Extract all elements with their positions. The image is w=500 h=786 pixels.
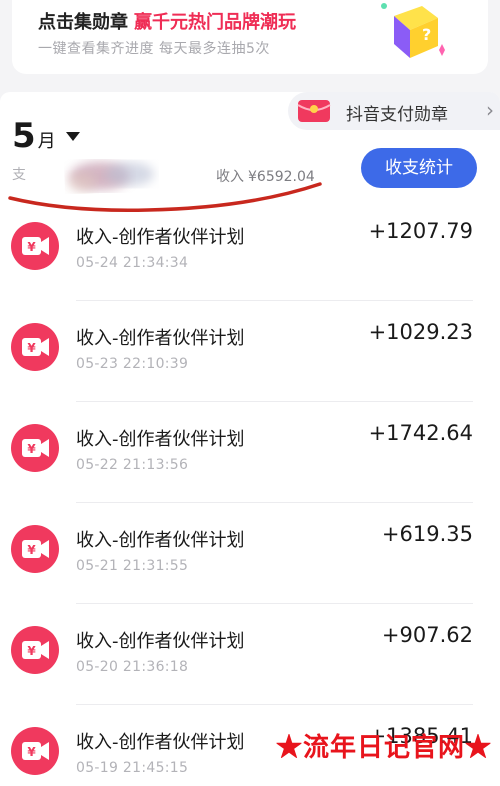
transaction-list: ¥ 收入-创作者伙伴计划 05-24 21:34:34 +1207.79 ¥ 收入-创作者… bbox=[0, 200, 500, 786]
transaction-time: 05-19 21:45:15 bbox=[76, 760, 189, 776]
transaction-title: 收入-创作者伙伴计划 bbox=[76, 328, 245, 349]
transaction-row[interactable]: ¥ 收入-创作者伙伴计划 05-23 22:10:39 +1029.23 bbox=[0, 301, 500, 402]
promo-banner[interactable]: 点击集勋章 赢千元热门品牌潮玩 一键查看集齐进度 每天最多连抽5次 ? bbox=[12, 0, 488, 74]
svg-text:?: ? bbox=[422, 25, 431, 44]
svg-text:¥: ¥ bbox=[27, 240, 36, 254]
watermark: ★流年日记官网★ bbox=[275, 733, 492, 763]
income-expense-stats-button[interactable]: 收支统计 bbox=[361, 148, 477, 188]
pay-medal-label: 抖音支付勋章 bbox=[346, 105, 448, 125]
svg-text:¥: ¥ bbox=[27, 341, 36, 355]
transaction-amount: +1742.64 bbox=[368, 421, 473, 445]
transaction-row[interactable]: ¥ 收入-创作者伙伴计划 05-20 21:36:18 +907.62 bbox=[0, 604, 500, 705]
caret-down-icon bbox=[65, 132, 80, 141]
svg-text:¥: ¥ bbox=[27, 543, 36, 557]
month-number: 5 bbox=[12, 116, 36, 156]
transaction-title: 收入-创作者伙伴计划 bbox=[76, 429, 245, 450]
chevron-right-icon: › bbox=[486, 98, 494, 122]
video-camera-yuan-icon: ¥ bbox=[11, 525, 59, 573]
red-envelope-icon bbox=[297, 100, 331, 122]
transaction-time: 05-23 22:10:39 bbox=[76, 356, 189, 372]
transaction-amount: +1029.23 bbox=[368, 320, 473, 344]
transaction-amount: +619.35 bbox=[381, 522, 473, 546]
video-camera-yuan-icon: ¥ bbox=[11, 424, 59, 472]
promo-title-text: 点击集勋章 bbox=[38, 12, 128, 33]
transaction-time: 05-24 21:34:34 bbox=[76, 255, 189, 271]
transaction-row[interactable]: ¥ 收入-创作者伙伴计划 05-22 21:13:56 +1742.64 bbox=[0, 402, 500, 503]
transaction-row[interactable]: ¥ 收入-创作者伙伴计划 05-21 21:31:55 +619.35 bbox=[0, 503, 500, 604]
transaction-time: 05-21 21:31:55 bbox=[76, 558, 189, 574]
promo-highlight: 赢千元热门品牌潮玩 bbox=[134, 12, 296, 33]
video-camera-yuan-icon: ¥ bbox=[11, 323, 59, 371]
promo-subtitle: 一键查看集齐进度 每天最多连抽5次 bbox=[38, 41, 270, 57]
transaction-title: 收入-创作者伙伴计划 bbox=[76, 631, 245, 652]
transaction-row[interactable]: ¥ 收入-创作者伙伴计划 05-24 21:34:34 +1207.79 bbox=[0, 200, 500, 301]
svg-text:¥: ¥ bbox=[27, 442, 36, 456]
transaction-time: 05-20 21:36:18 bbox=[76, 659, 189, 675]
transaction-amount: +1207.79 bbox=[368, 219, 473, 243]
promo-title: 点击集勋章 赢千元热门品牌潮玩 bbox=[38, 8, 296, 34]
gift-box-icon: ? bbox=[381, 3, 445, 58]
bill-card: 抖音支付勋章 › 5月 支 收入 ¥6592.04 收支统计 ¥ 收入-创作者伙伴计… bbox=[0, 92, 500, 786]
month-selector[interactable]: 5月 bbox=[12, 116, 80, 156]
transaction-title: 收入-创作者伙伴计划 bbox=[76, 530, 245, 551]
month-unit: 月 bbox=[37, 131, 56, 152]
svg-text:¥: ¥ bbox=[27, 644, 36, 658]
transaction-time: 05-22 21:13:56 bbox=[76, 457, 189, 473]
video-camera-yuan-icon: ¥ bbox=[11, 222, 59, 270]
pay-medal-badge[interactable]: 抖音支付勋章 › bbox=[288, 92, 500, 130]
video-camera-yuan-icon: ¥ bbox=[11, 727, 59, 775]
transaction-title: 收入-创作者伙伴计划 bbox=[76, 227, 245, 248]
transaction-amount: +907.62 bbox=[381, 623, 473, 647]
video-camera-yuan-icon: ¥ bbox=[11, 626, 59, 674]
transaction-title: 收入-创作者伙伴计划 bbox=[76, 732, 245, 753]
svg-text:¥: ¥ bbox=[27, 745, 36, 759]
